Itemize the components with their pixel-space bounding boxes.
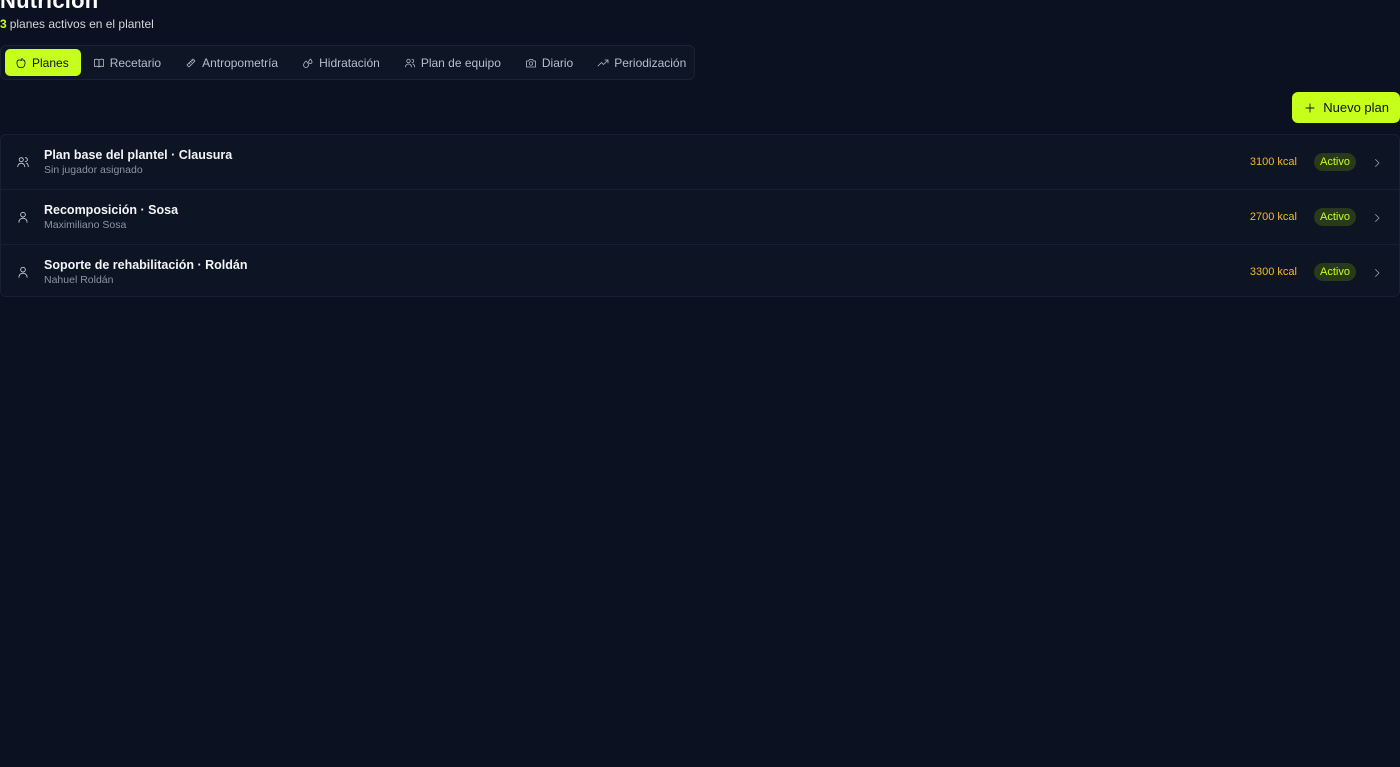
users-icon (16, 155, 30, 169)
tab-recetario[interactable]: Recetario (83, 49, 173, 76)
nutrition-page: Nutrición 3 planes activos en el plantel … (0, 0, 1400, 767)
users-icon (404, 58, 415, 67)
ruler-icon (186, 58, 196, 67)
tab-hidratacion[interactable]: Hidratación (292, 49, 392, 76)
tab-label: Recetario (109, 55, 162, 70)
status-badge: Activo (1314, 153, 1356, 171)
plan-info: Recomposición · Sosa Maximiliano Sosa (44, 202, 178, 232)
trending-up-icon (597, 59, 609, 66)
new-plan-label: Nuevo plan (1323, 100, 1389, 115)
active-plans-text: planes activos en el plantel (9, 17, 154, 31)
tab-diario[interactable]: Diario (515, 49, 585, 76)
plan-kcal: 2700 kcal (1249, 211, 1297, 223)
plan-player: Maximiliano Sosa (44, 219, 127, 231)
page-title: Nutrición (0, 0, 99, 13)
page-subtitle: 3 planes activos en el plantel (0, 17, 154, 31)
plan-player: Sin jugador asignado (44, 164, 143, 176)
plus-icon (1305, 103, 1315, 112)
new-plan-button[interactable]: Nuevo plan (1292, 92, 1400, 123)
tab-label: Diario (541, 55, 574, 70)
chevron-right-icon (1371, 156, 1383, 168)
tab-label: Planes (32, 55, 69, 70)
apple-icon (16, 57, 26, 68)
plan-name: Soporte de rehabilitación · Roldán (44, 258, 248, 272)
chevron-right-icon (1371, 266, 1383, 278)
droplets-icon (303, 58, 313, 68)
tab-label: Periodización (614, 55, 687, 70)
user-icon (16, 210, 30, 224)
plan-kcal: 3100 kcal (1249, 156, 1297, 168)
plan-player: Nahuel Roldán (44, 274, 114, 286)
plan-row[interactable]: Recomposición · Sosa Maximiliano Sosa 27… (1, 190, 1399, 245)
plan-info: Soporte de rehabilitación · Roldán Nahue… (44, 257, 248, 287)
plan-name: Plan base del plantel · Clausura (44, 148, 233, 162)
tab-periodizacion[interactable]: Periodización (587, 49, 698, 76)
user-icon (16, 265, 30, 279)
status-badge: Activo (1314, 263, 1356, 281)
tab-antropometria[interactable]: Antropometría (175, 49, 290, 76)
plan-list: Plan base del plantel · Clausura Sin jug… (0, 134, 1400, 297)
camera-icon (525, 58, 536, 67)
plan-info: Plan base del plantel · Clausura Sin jug… (44, 147, 232, 177)
book-icon (93, 58, 104, 67)
status-badge: Activo (1314, 208, 1356, 226)
tab-label: Plan de equipo (420, 55, 501, 70)
plan-kcal: 3300 kcal (1249, 266, 1297, 278)
tab-label: Antropometría (202, 55, 279, 70)
active-plans-count: 3 (0, 17, 7, 31)
plan-row[interactable]: Plan base del plantel · Clausura Sin jug… (1, 135, 1399, 190)
tab-plan-de-equipo[interactable]: Plan de equipo (394, 49, 513, 76)
tab-planes[interactable]: Planes (5, 49, 81, 76)
plan-name: Recomposición · Sosa (44, 203, 179, 217)
section-tabs: Planes Recetario Antropometría Hidrataci… (0, 45, 695, 80)
tab-label: Hidratación (319, 55, 380, 70)
plan-row[interactable]: Soporte de rehabilitación · Roldán Nahue… (1, 245, 1399, 299)
chevron-right-icon (1371, 211, 1383, 223)
